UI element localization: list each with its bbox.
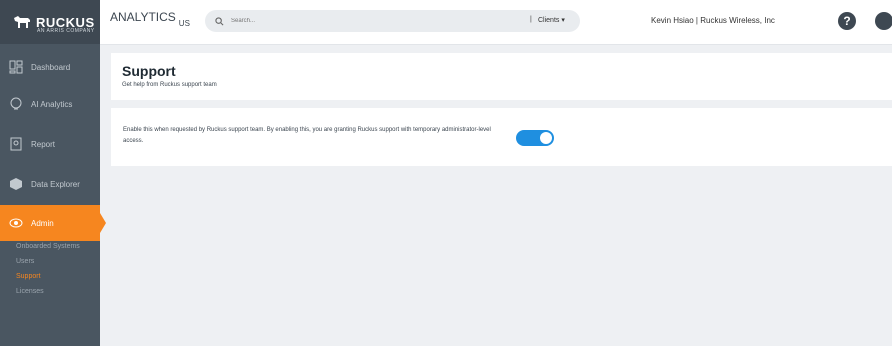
support-access-toggle[interactable]: [516, 130, 554, 146]
page-header: Support Get help from Ruckus support tea…: [111, 53, 892, 100]
sidebar-item-data-explorer[interactable]: Data Explorer: [0, 166, 100, 202]
sidebar-item-label: AI Analytics: [31, 99, 73, 109]
brand-tagline: AN ARRIS COMPANY: [37, 28, 95, 34]
search-input[interactable]: [229, 17, 533, 25]
page-subtitle: Get help from Ruckus support team: [122, 82, 217, 88]
ai-analytics-icon: [8, 96, 24, 112]
scope-separator: |: [530, 16, 532, 23]
support-access-description: Enable this when requested by Ruckus sup…: [123, 127, 491, 144]
sidebar-item-label: Data Explorer: [31, 179, 80, 189]
clients-scope-dropdown[interactable]: Clients ▾: [538, 16, 565, 24]
app-title: ANALYTICS US: [110, 10, 190, 28]
dashboard-icon: [8, 59, 24, 75]
sidebar-subitem-support[interactable]: Support: [16, 273, 41, 280]
help-icon[interactable]: ?: [838, 12, 856, 30]
profile-icon[interactable]: [875, 12, 892, 30]
sidebar-item-label: Dashboard: [31, 62, 71, 72]
sidebar-subitem-onboarded-systems[interactable]: Onboarded Systems: [16, 243, 80, 250]
sidebar-item-report[interactable]: Report: [0, 126, 100, 162]
sidebar-item-ai-analytics[interactable]: AI Analytics: [0, 86, 100, 122]
sidebar-item-dashboard[interactable]: Dashboard: [0, 49, 100, 85]
sidebar-item-label: Report: [31, 139, 56, 149]
brand-logo[interactable]: RUCKUS AN ARRIS COMPANY: [0, 0, 100, 44]
sidebar-item-label: Admin: [31, 218, 54, 228]
top-bar: ANALYTICSUS | Clients ▾ Kevin Hsiao | Ru…: [100, 0, 892, 45]
app-title-text: ANALYTICS: [110, 10, 176, 24]
eye-icon: [8, 215, 24, 231]
sidebar-subitem-licenses[interactable]: Licenses: [16, 288, 44, 295]
page-title: Support: [122, 63, 176, 79]
sidebar: RUCKUS AN ARRIS COMPANY Dashboard AI Ana…: [0, 0, 106, 346]
sidebar-subitem-users[interactable]: Users: [16, 258, 34, 265]
search-icon: [215, 16, 224, 25]
sidebar-item-admin[interactable]: Admin: [0, 205, 106, 241]
data-explorer-icon: [8, 176, 24, 192]
support-access-card: Enable this when requested by Ruckus sup…: [111, 108, 892, 166]
toggle-knob: [540, 132, 552, 144]
ruckus-dog-icon: [14, 16, 30, 28]
region-label: US: [178, 19, 190, 28]
report-icon: [8, 136, 24, 152]
search-bar: | Clients ▾: [205, 10, 580, 32]
user-account-label[interactable]: Kevin Hsiao | Ruckus Wireless, Inc: [651, 16, 775, 25]
